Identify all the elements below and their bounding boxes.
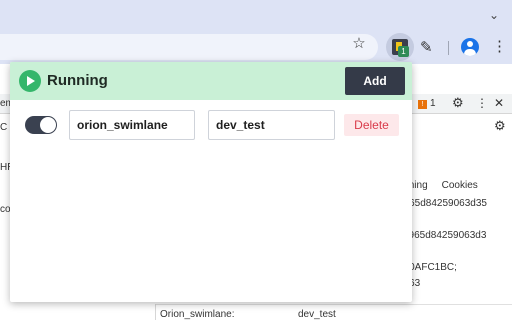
devtools-left-partial-3: co [0,204,11,215]
devtools-column-separator [155,304,156,320]
profile-avatar-icon[interactable] [461,38,479,56]
devtools-issues-counter[interactable]: ! 1 [418,98,436,109]
status-label: Running [47,72,108,89]
header-key-orion-swimlane: Orion_swimlane: [160,309,235,320]
extensions-puzzle-icon[interactable]: ✎ [420,38,433,56]
play-icon[interactable] [19,70,41,92]
browser-tabstrip: ⌄ [0,0,512,30]
devtools-divider [155,304,512,305]
rule-enabled-toggle[interactable] [25,116,57,134]
rule-key-input[interactable] [69,110,195,140]
devtools-menu-icon[interactable]: ⋮ [476,96,488,110]
delete-rule-button[interactable]: Delete [344,114,399,136]
devtools-close-icon[interactable]: ✕ [494,96,504,110]
extension-button[interactable]: 1 [386,33,414,61]
network-settings-gear-icon[interactable]: ⚙ [494,118,506,134]
extension-popup: Running Add Delete [10,62,412,302]
popup-header: Running Add [10,62,412,100]
browser-menu-icon[interactable]: ⋮ [492,37,507,55]
issues-count: 1 [430,98,436,109]
issues-badge-icon: ! [418,100,427,109]
address-bar[interactable] [0,34,378,60]
devtools-left-partial-1: C [0,122,8,133]
toggle-knob [40,117,56,133]
bookmark-star-icon[interactable]: ☆ [350,34,368,52]
header-value-dev-test: dev_test [298,309,336,320]
add-rule-button[interactable]: Add [345,67,405,95]
devtools-settings-gear-icon[interactable]: ⚙ [452,95,464,111]
rule-value-input[interactable] [208,110,335,140]
tab-search-chevron-icon[interactable]: ⌄ [482,3,506,27]
rule-row: Delete [10,110,412,142]
extension-badge: 1 [398,46,409,57]
tab-cookies[interactable]: Cookies [442,180,478,191]
browser-toolbar: ☆ 1 ✎ ⋮ [0,30,512,64]
toolbar-divider [448,41,449,55]
